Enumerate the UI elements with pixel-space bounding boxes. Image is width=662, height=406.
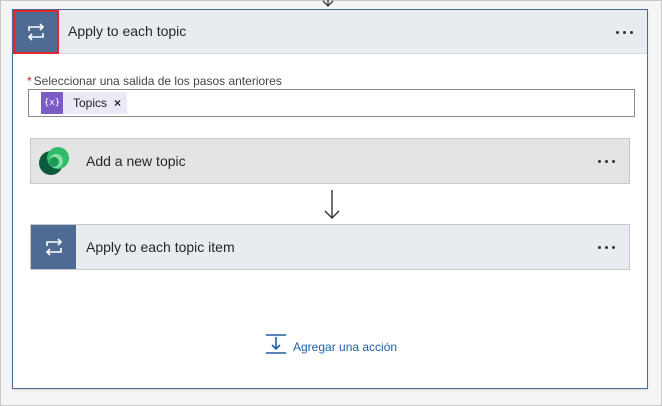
connector-arrow-icon	[324, 190, 340, 219]
field-label: * Seleccionar una salida de los pasos ant…	[27, 74, 282, 88]
dataverse-icon	[31, 139, 76, 183]
loop-icon[interactable]	[13, 10, 59, 54]
add-action-button[interactable]: Agregar una acción	[265, 333, 397, 355]
loop-icon	[31, 225, 76, 269]
apply-to-each-card: Apply to each topic * Seleccionar una sal…	[12, 9, 648, 389]
token-label: Topics	[73, 96, 108, 110]
more-icon[interactable]	[598, 246, 615, 249]
action-title: Add a new topic	[86, 153, 186, 169]
card-header[interactable]: Apply to each topic	[13, 10, 647, 54]
more-icon[interactable]	[598, 160, 615, 163]
insert-step-icon	[266, 334, 286, 354]
select-output-input[interactable]: {x} Topics ×	[28, 89, 635, 117]
required-mark: *	[27, 74, 32, 88]
field-label-text: Seleccionar una salida de los pasos ante…	[33, 74, 282, 88]
add-new-topic-action[interactable]: Add a new topic	[30, 138, 630, 184]
canvas: Apply to each topic * Seleccionar una sal…	[0, 0, 662, 406]
more-icon[interactable]	[616, 31, 633, 34]
card-title: Apply to each topic	[68, 23, 187, 39]
add-action-label: Agregar una acción	[293, 340, 398, 354]
topics-token[interactable]: {x} Topics ×	[41, 92, 128, 114]
expression-icon: {x}	[41, 92, 63, 114]
action-title: Apply to each topic item	[86, 239, 235, 255]
close-icon[interactable]: ×	[114, 96, 121, 110]
connector-arrow-icon	[322, 0, 334, 7]
apply-to-each-topic-item-action[interactable]: Apply to each topic item	[30, 224, 630, 270]
